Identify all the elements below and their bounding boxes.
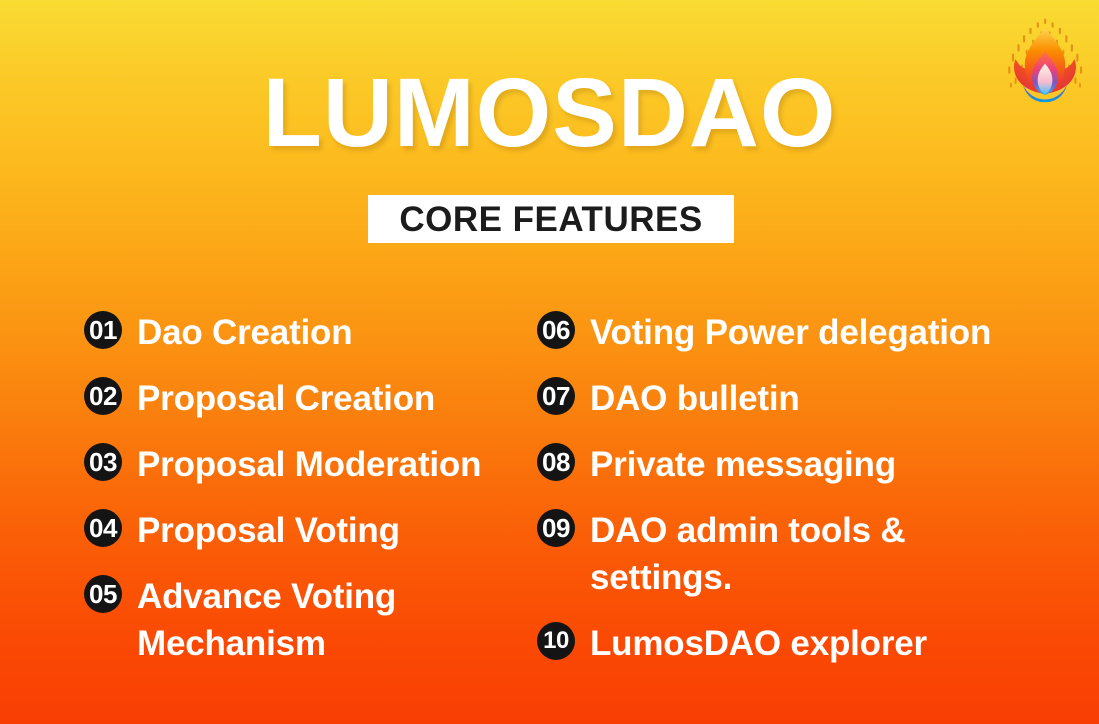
feature-number-badge: 09 [537,509,575,547]
features-list: 01 Dao Creation 02 Proposal Creation 03 … [0,309,1099,663]
list-item: 09 DAO admin tools & settings. [537,507,1057,601]
feature-number-badge: 02 [84,377,122,415]
feature-number: 07 [542,381,570,411]
feature-number: 06 [542,315,570,345]
feature-number: 02 [89,381,117,411]
feature-number: 05 [89,579,117,609]
feature-label: LumosDAO explorer [590,624,927,663]
list-item: 04 Proposal Voting [84,507,524,554]
list-item: 01 Dao Creation [84,309,524,356]
feature-number-badge: 04 [84,509,122,547]
subtitle-banner: CORE FEATURES [368,195,734,243]
poster-canvas: LUMOSDAO CORE FEATURES 01 Dao Creation 0… [0,0,1099,724]
feature-number-badge: 01 [84,311,122,349]
list-item: 10 LumosDAO explorer [537,620,1057,667]
feature-number: 09 [542,513,570,543]
feature-number-badge: 05 [84,575,122,613]
list-item: 05 Advance Voting Mechanism [84,573,524,667]
list-item: 03 Proposal Moderation [84,441,524,488]
feature-number: 04 [89,513,117,543]
feature-label: Proposal Creation [137,379,436,418]
list-item: 06 Voting Power delegation [537,309,1057,356]
page-title: LUMOSDAO [262,58,837,167]
feature-label: Proposal Voting [137,511,400,550]
feature-number-badge: 06 [537,311,575,349]
list-item: 08 Private messaging [537,441,1057,488]
feature-number-badge: 07 [537,377,575,415]
feature-number: 08 [542,447,570,477]
features-column-right: 06 Voting Power delegation 07 DAO bullet… [537,309,1057,686]
feature-label: Advance Voting Mechanism [137,577,397,663]
feature-number: 10 [543,627,569,654]
feature-label: Private messaging [590,445,896,484]
feature-label: DAO admin tools & settings. [590,511,906,597]
feature-label: Dao Creation [137,313,353,352]
feature-label: DAO bulletin [590,379,800,418]
subtitle-banner-label: CORE FEATURES [399,199,703,239]
feature-label: Proposal Moderation [137,445,482,484]
feature-number: 03 [89,447,117,477]
list-item: 02 Proposal Creation [84,375,524,422]
features-column-left: 01 Dao Creation 02 Proposal Creation 03 … [84,309,524,686]
feature-number: 01 [89,315,117,345]
feature-label: Voting Power delegation [590,313,992,352]
list-item: 07 DAO bulletin [537,375,1057,422]
feature-number-badge: 10 [537,622,575,660]
feature-number-badge: 03 [84,443,122,481]
feature-number-badge: 08 [537,443,575,481]
